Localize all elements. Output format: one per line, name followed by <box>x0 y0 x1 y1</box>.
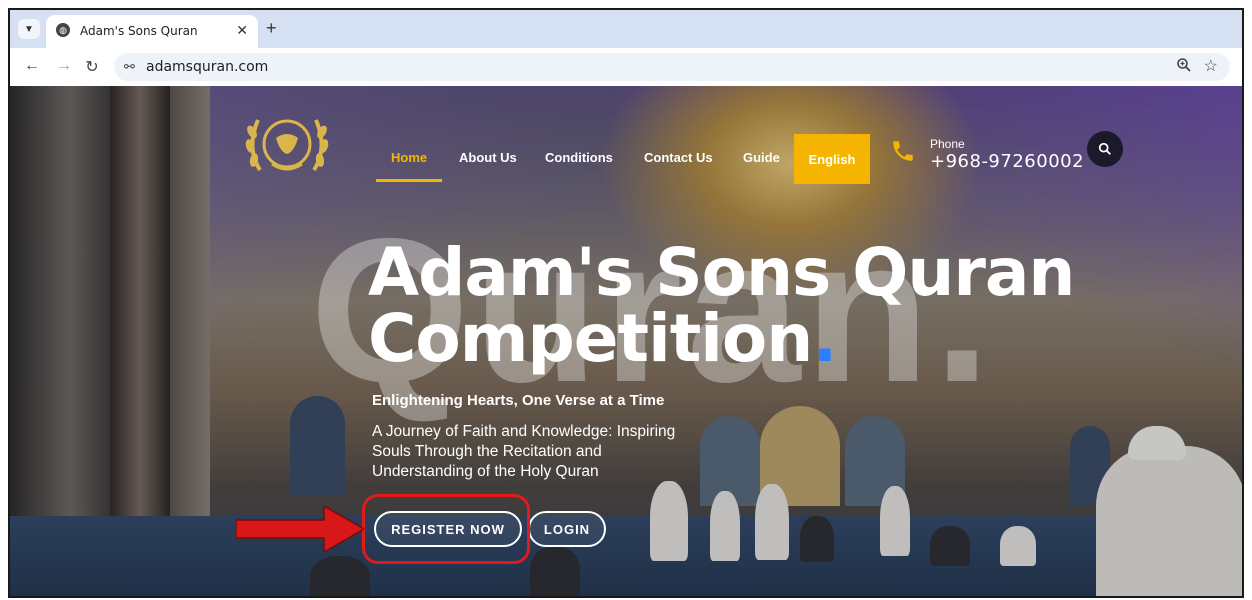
hero-title-line-1: Adam's Sons Quran <box>368 234 1075 311</box>
browser-window: ▼ ◍ Adam's Sons Quran ✕ + ← → ↻ ⚯ adamsq… <box>8 8 1244 598</box>
tab-list-button[interactable]: ▼ <box>18 19 40 39</box>
annotation-highlight-box <box>362 494 530 564</box>
nav-contact-us[interactable]: Contact Us <box>644 150 713 165</box>
chevron-down-icon: ▼ <box>24 23 34 35</box>
url-text[interactable]: adamsquran.com <box>146 59 268 75</box>
login-label: LOGIN <box>543 521 591 537</box>
plus-icon: + <box>266 18 277 38</box>
hero-title: Adam's Sons Quran Competition. <box>368 240 1088 372</box>
globe-icon: ◍ <box>56 23 70 37</box>
search-button[interactable] <box>1087 131 1123 167</box>
site-logo[interactable] <box>242 108 332 184</box>
zoom-icon[interactable] <box>1176 57 1192 77</box>
nav-home[interactable]: Home <box>391 150 427 165</box>
hero-description: A Journey of Faith and Knowledge: Inspir… <box>372 423 676 480</box>
site-settings-icon[interactable]: ⚯ <box>124 59 135 75</box>
annotation-arrow-icon <box>235 504 366 554</box>
language-button[interactable]: English <box>794 134 870 184</box>
phone-number[interactable]: +968-97260002 <box>930 151 1084 172</box>
web-page: Quran. Home About Us Conditions Contact … <box>10 86 1242 596</box>
url-field[interactable]: ⚯ adamsquran.com ☆ <box>114 53 1230 81</box>
tab-bar: ▼ ◍ Adam's Sons Quran ✕ + <box>10 10 1242 48</box>
reload-icon[interactable]: ↻ <box>82 57 102 77</box>
arrow-right-icon[interactable]: → <box>54 57 74 75</box>
nav-guide[interactable]: Guide <box>743 150 780 165</box>
hero-title-line-2: Competition. <box>368 306 1088 372</box>
nav-about-us[interactable]: About Us <box>459 150 517 165</box>
phone-icon <box>890 138 916 164</box>
hero-title-word: Competition <box>368 300 813 377</box>
nav-active-indicator <box>376 179 442 182</box>
star-icon[interactable]: ☆ <box>1204 56 1218 76</box>
hero-tagline: Enlightening Hearts, One Verse at a Time <box>372 392 665 409</box>
hero-title-dot: . <box>812 300 837 377</box>
login-button[interactable]: LOGIN <box>528 511 606 547</box>
address-bar: ← → ↻ ⚯ adamsquran.com ☆ <box>10 48 1242 86</box>
nav-conditions[interactable]: Conditions <box>545 150 613 165</box>
close-icon[interactable]: ✕ <box>236 22 248 39</box>
phone-label: Phone <box>930 137 965 151</box>
language-label: English <box>808 151 856 167</box>
arrow-left-icon[interactable]: ← <box>22 57 42 75</box>
new-tab-button[interactable]: + <box>266 18 277 39</box>
search-icon <box>1098 142 1111 155</box>
browser-tab[interactable]: ◍ Adam's Sons Quran ✕ <box>46 15 258 48</box>
tab-title: Adam's Sons Quran <box>80 24 198 38</box>
